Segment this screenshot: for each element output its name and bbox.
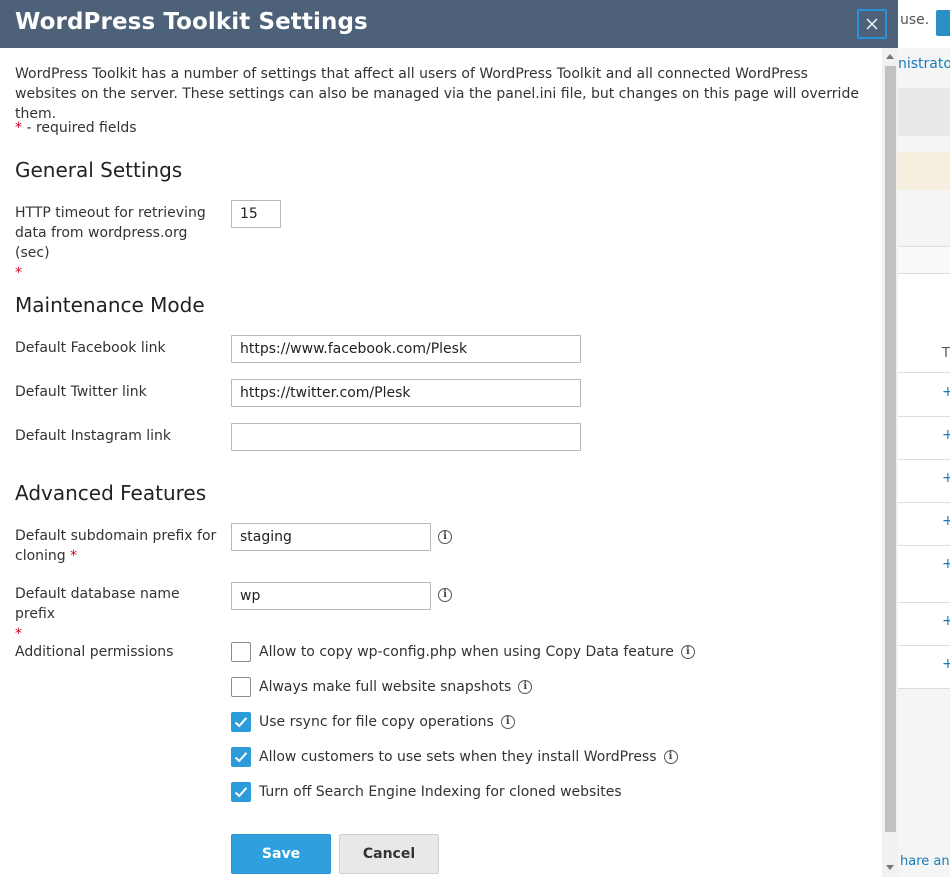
background-top-text: use. (900, 12, 930, 28)
background-plus[interactable]: + (942, 556, 950, 572)
info-icon[interactable]: i (518, 680, 533, 694)
permission-label: Turn off Search Engine Indexing for clon… (259, 784, 622, 800)
permission-label: Allow to copy wp-config.php when using C… (259, 644, 674, 660)
subdomain-prefix-label-text: Default subdomain prefix for cloning (15, 528, 217, 564)
background-row-divider (898, 416, 950, 417)
twitter-link-label: Default Twitter link (15, 384, 147, 400)
permission-label: Allow customers to use sets when they in… (259, 749, 657, 765)
settings-dialog: WordPress Toolkit Settings WordPress Too… (0, 0, 898, 877)
scroll-down-icon[interactable] (886, 865, 894, 870)
http-timeout-label-text: HTTP timeout for retrieving data from wo… (15, 205, 206, 261)
close-button[interactable] (857, 9, 887, 39)
background-plus[interactable]: + (942, 613, 950, 629)
subdomain-prefix-input[interactable] (231, 523, 431, 551)
required-star: * (70, 548, 78, 564)
required-star: * (15, 626, 22, 642)
scroll-thumb[interactable] (885, 66, 896, 832)
permission-checkbox[interactable] (231, 747, 251, 767)
required-note-text: - required fields (22, 120, 137, 136)
background-row-divider (898, 459, 950, 460)
background-plus[interactable]: + (942, 656, 950, 672)
instagram-link-label: Default Instagram link (15, 428, 172, 444)
permission-row[interactable]: Use rsync for file copy operations i (231, 712, 515, 732)
background-row-divider (898, 545, 950, 546)
permission-checkbox[interactable] (231, 677, 251, 697)
background-plus[interactable]: + (942, 384, 950, 400)
background-plus[interactable]: + (942, 427, 950, 443)
cancel-button[interactable]: Cancel (339, 834, 439, 874)
additional-permissions-label: Additional permissions (15, 644, 174, 660)
background-table-header: T (942, 346, 950, 361)
advanced-features-title: Advanced Features (15, 481, 207, 505)
dialog-header: WordPress Toolkit Settings (0, 0, 898, 48)
background-row-divider (898, 645, 950, 646)
info-icon[interactable]: i (438, 530, 452, 544)
permission-label: Use rsync for file copy operations (259, 714, 494, 730)
info-icon[interactable]: i (438, 588, 452, 602)
checkmark-icon (234, 752, 248, 763)
scroll-up-icon[interactable] (886, 54, 894, 59)
background-plus[interactable]: + (942, 513, 950, 529)
info-icon[interactable]: i (680, 645, 695, 659)
general-settings-title: General Settings (15, 158, 183, 182)
permission-row[interactable]: Allow customers to use sets when they in… (231, 747, 678, 767)
required-star: * (15, 120, 22, 136)
instagram-link-input[interactable] (231, 423, 581, 451)
intro-text: WordPress Toolkit has a number of settin… (15, 66, 859, 122)
facebook-link-label: Default Facebook link (15, 340, 166, 356)
info-icon[interactable]: i (663, 750, 678, 764)
close-icon (866, 18, 878, 30)
required-note: * - required fields (15, 120, 137, 136)
http-timeout-input[interactable] (231, 200, 281, 228)
save-button[interactable]: Save (231, 834, 331, 874)
db-prefix-label-text: Default database name prefix (15, 586, 180, 622)
background-top-button[interactable] (936, 10, 950, 36)
maintenance-mode-title: Maintenance Mode (15, 293, 205, 317)
info-icon[interactable]: i (500, 715, 515, 729)
background-row-divider (898, 688, 950, 689)
twitter-link-input[interactable] (231, 379, 581, 407)
db-prefix-label: Default database name prefix * (15, 584, 220, 644)
permission-label: Always make full website snapshots (259, 679, 512, 695)
dialog-scrollbar[interactable] (882, 48, 898, 877)
background-footer-link[interactable]: hare an O (900, 854, 950, 869)
checkmark-icon (234, 787, 248, 798)
background-notice (898, 152, 950, 190)
permission-checkbox[interactable] (231, 712, 251, 732)
permission-row[interactable]: Always make full website snapshots i (231, 677, 533, 697)
background-strip (898, 246, 950, 274)
facebook-link-input[interactable] (231, 335, 581, 363)
permission-row[interactable]: Turn off Search Engine Indexing for clon… (231, 782, 622, 802)
permission-checkbox[interactable] (231, 642, 251, 662)
required-star: * (15, 265, 22, 281)
background-strip (898, 88, 950, 136)
permission-row[interactable]: Allow to copy wp-config.php when using C… (231, 642, 695, 662)
background-row-divider (898, 502, 950, 503)
permission-checkbox[interactable] (231, 782, 251, 802)
subdomain-prefix-label: Default subdomain prefix for cloning * (15, 526, 220, 566)
dialog-body: WordPress Toolkit has a number of settin… (0, 48, 882, 877)
dialog-title: WordPress Toolkit Settings (15, 9, 368, 35)
checkmark-icon (234, 717, 248, 728)
background-row-divider (898, 372, 950, 373)
db-prefix-input[interactable] (231, 582, 431, 610)
background-row-divider (898, 602, 950, 603)
http-timeout-label: HTTP timeout for retrieving data from wo… (15, 203, 220, 283)
background-plus[interactable]: + (942, 470, 950, 486)
background-link[interactable]: nistrator (898, 56, 950, 72)
